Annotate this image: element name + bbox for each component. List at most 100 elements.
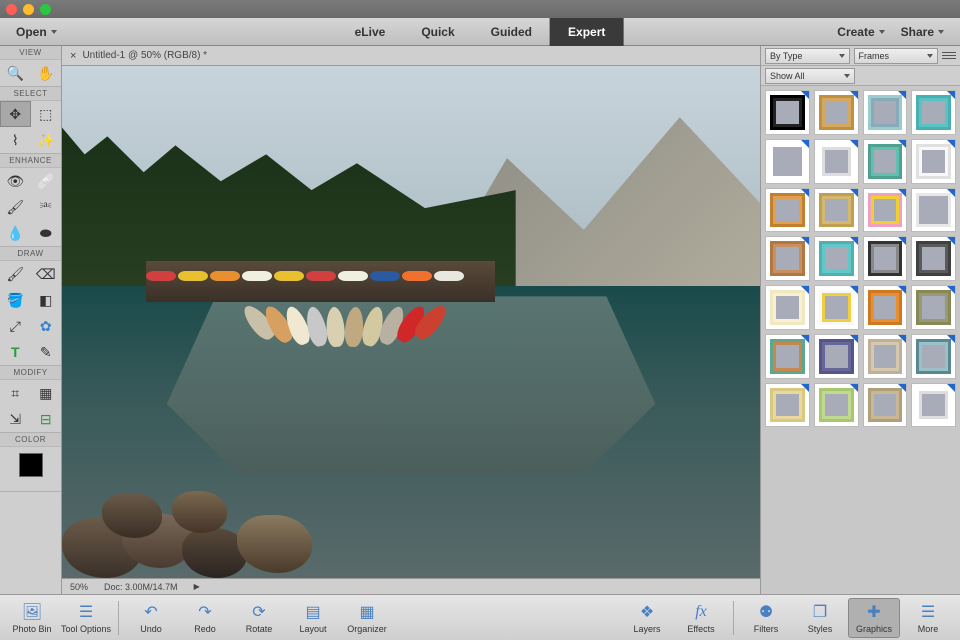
photo-bin-button[interactable]: 🖼Photo Bin — [6, 598, 58, 638]
create-menu[interactable]: Create — [831, 25, 890, 39]
close-window-icon[interactable] — [6, 4, 17, 15]
frame-thumbnail[interactable] — [863, 188, 908, 233]
mode-tab-elive[interactable]: eLive — [337, 18, 404, 46]
category-dropdown[interactable]: Frames — [854, 48, 939, 64]
mode-tab-expert[interactable]: Expert — [550, 18, 623, 46]
frame-thumbnail[interactable] — [814, 236, 859, 281]
layers-button[interactable]: ❖Layers — [621, 598, 673, 638]
frame-thumbnail[interactable] — [863, 383, 908, 428]
frame-thumbnail[interactable] — [911, 236, 956, 281]
frame-thumbnail[interactable] — [911, 188, 956, 233]
brush-tool[interactable]: 🖌 — [0, 261, 31, 287]
frame-thumbnail[interactable] — [765, 90, 810, 135]
frame-thumbnail[interactable] — [765, 334, 810, 379]
straighten-tool[interactable]: ⊟ — [31, 406, 62, 432]
frame-thumbnail[interactable] — [814, 285, 859, 330]
tool-options-icon: ☰ — [79, 602, 93, 622]
level-icon: ⊟ — [40, 411, 52, 428]
hand-tool[interactable]: ✋ — [31, 60, 62, 86]
organizer-icon: ▦ — [359, 602, 374, 622]
eraser-tool[interactable]: ⌫ — [31, 261, 62, 287]
mode-tab-guided[interactable]: Guided — [473, 18, 550, 46]
gradient-tool[interactable]: ◧ — [31, 287, 62, 313]
chevron-down-icon — [839, 54, 845, 58]
hand-icon: ✋ — [37, 65, 54, 82]
document-tab[interactable]: × Untitled-1 @ 50% (RGB/8) * — [62, 46, 760, 66]
frame-thumbnail[interactable] — [814, 383, 859, 428]
pencil-icon: ✎ — [40, 344, 52, 361]
rotate-icon: ⟳ — [252, 602, 265, 622]
frame-thumbnail[interactable] — [863, 90, 908, 135]
frame-thumbnail[interactable] — [765, 188, 810, 233]
sort-dropdown[interactable]: By Type — [765, 48, 850, 64]
open-menu[interactable]: Open — [10, 25, 63, 39]
clone-stamp-tool[interactable]: ⎃ — [31, 194, 62, 220]
effects-button[interactable]: fxEffects — [675, 598, 727, 638]
canvas[interactable] — [62, 66, 760, 578]
frame-thumbnail[interactable] — [863, 236, 908, 281]
tool-options-button[interactable]: ☰Tool Options — [60, 598, 112, 638]
document-title: Untitled-1 @ 50% (RGB/8) * — [82, 50, 207, 61]
redo-button[interactable]: ↷Redo — [179, 598, 231, 638]
eraser-icon: ⌫ — [36, 266, 56, 283]
smart-brush-tool[interactable]: 🖌 — [0, 194, 31, 220]
frame-thumbnail[interactable] — [911, 285, 956, 330]
frame-thumbnail[interactable] — [765, 383, 810, 428]
filter-dropdown[interactable]: Show All — [765, 68, 855, 84]
frame-thumbnail[interactable] — [814, 334, 859, 379]
frame-thumbnail[interactable] — [765, 139, 810, 184]
paint-bucket-tool[interactable]: 🪣 — [0, 287, 31, 313]
brush-icon: 🖌 — [6, 199, 24, 216]
spot-heal-tool[interactable]: 🩹 — [31, 168, 62, 194]
frame-thumbnail[interactable] — [863, 285, 908, 330]
move-tool[interactable]: ✥ — [0, 101, 31, 127]
mode-tab-quick[interactable]: Quick — [403, 18, 472, 46]
frame-thumbnail[interactable] — [814, 188, 859, 233]
maximize-window-icon[interactable] — [40, 4, 51, 15]
foreground-background-swatch[interactable] — [19, 453, 43, 477]
content-aware-tool[interactable]: ⇲ — [0, 406, 31, 432]
shape-tool[interactable]: ✿ — [31, 313, 62, 339]
frame-thumbnail[interactable] — [911, 334, 956, 379]
lasso-tool[interactable]: ⌇ — [0, 127, 31, 153]
graphics-button[interactable]: ✚Graphics — [848, 598, 900, 638]
frame-thumbnail[interactable] — [814, 139, 859, 184]
frame-thumbnail[interactable] — [863, 334, 908, 379]
rotate-button[interactable]: ⟳Rotate — [233, 598, 285, 638]
frame-thumbnail[interactable] — [863, 139, 908, 184]
share-menu[interactable]: Share — [895, 25, 950, 39]
layout-icon: ▤ — [305, 602, 320, 622]
blur-tool[interactable]: 💧 — [0, 220, 31, 246]
undo-button[interactable]: ↶Undo — [125, 598, 177, 638]
crop-tool[interactable]: ⌗ — [0, 380, 31, 406]
paintbrush-icon: 🖌 — [6, 266, 24, 283]
gradient-icon: ◧ — [39, 292, 52, 309]
shape-icon: ✿ — [40, 318, 52, 335]
canvas-area: × Untitled-1 @ 50% (RGB/8) * 50% Doc: 3.… — [62, 46, 760, 594]
frame-thumbnail[interactable] — [911, 139, 956, 184]
close-tab-icon[interactable]: × — [70, 50, 76, 62]
sponge-tool[interactable]: ⬬ — [31, 220, 62, 246]
frame-thumbnail[interactable] — [765, 285, 810, 330]
pencil-tool[interactable]: ✎ — [31, 339, 62, 365]
panel-menu-icon[interactable] — [942, 49, 956, 63]
styles-button[interactable]: ❐Styles — [794, 598, 846, 638]
layout-button[interactable]: ▤Layout — [287, 598, 339, 638]
zoom-tool[interactable]: 🔍 — [0, 60, 31, 86]
filters-button[interactable]: ⚉Filters — [740, 598, 792, 638]
magic-wand-tool[interactable]: ✨ — [31, 127, 62, 153]
marquee-tool[interactable]: ⬚ — [31, 101, 62, 127]
eyedropper-tool[interactable]: ⤢ — [0, 313, 31, 339]
frame-thumbnail[interactable] — [911, 383, 956, 428]
frame-thumbnail[interactable] — [765, 236, 810, 281]
text-tool[interactable]: T — [0, 339, 31, 365]
frame-thumbnail[interactable] — [911, 90, 956, 135]
organizer-button[interactable]: ▦Organizer — [341, 598, 393, 638]
move-icon: ✥ — [9, 106, 21, 123]
more-button[interactable]: ☰More — [902, 598, 954, 638]
zoom-level[interactable]: 50% — [70, 582, 88, 592]
recompose-tool[interactable]: ▦ — [31, 380, 62, 406]
minimize-window-icon[interactable] — [23, 4, 34, 15]
frame-thumbnail[interactable] — [814, 90, 859, 135]
redeye-tool[interactable]: 👁 — [0, 168, 31, 194]
